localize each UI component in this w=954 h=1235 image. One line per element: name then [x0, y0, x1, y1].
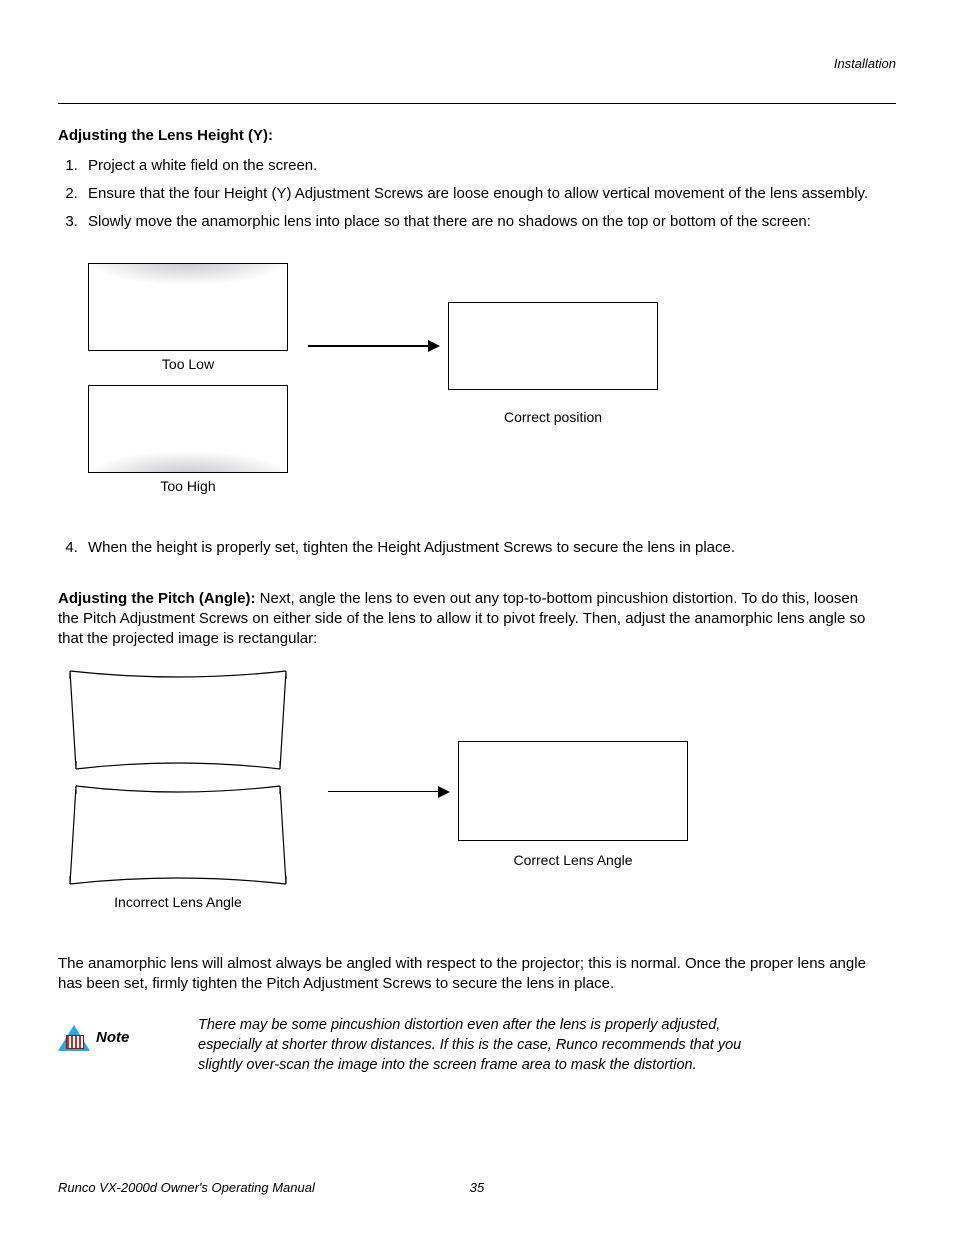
warning-icon	[58, 1025, 90, 1051]
page-footer: Runco VX-2000d Owner's Operating Manual …	[58, 1179, 896, 1197]
too-low-label: Too Low	[162, 355, 214, 374]
manual-title: Runco VX-2000d Owner's Operating Manual	[58, 1180, 315, 1195]
pincushion-bottom	[68, 784, 288, 889]
correct-rect	[448, 302, 658, 390]
note-label: Note	[96, 1028, 129, 1048]
correct-label: Correct position	[448, 408, 658, 427]
note-text: There may be some pincushion distortion …	[198, 1015, 778, 1076]
too-high-label: Too High	[160, 477, 215, 496]
too-high-rect	[88, 385, 288, 473]
section-height-title: Adjusting the Lens Height (Y):	[58, 126, 896, 146]
incorrect-angle-label: Incorrect Lens Angle	[114, 893, 242, 912]
height-diagram: Too Low Too High Correct position	[88, 263, 896, 509]
arrow-icon	[328, 791, 448, 793]
note-block: Note There may be some pincushion distor…	[58, 1015, 778, 1076]
header-rule	[58, 103, 896, 104]
section-pitch-title: Adjusting the Pitch (Angle):	[58, 590, 260, 607]
chapter-header: Installation	[58, 55, 896, 73]
pincushion-top	[68, 669, 288, 774]
too-low-rect	[88, 263, 288, 351]
arrow-icon	[308, 345, 438, 347]
note-icon-wrap: Note	[58, 1015, 178, 1051]
list-item: Project a white field on the screen.	[82, 156, 872, 176]
pitch-paragraph: Adjusting the Pitch (Angle): Next, angle…	[58, 589, 868, 650]
pitch-diagram: Incorrect Lens Angle Correct Lens Angle	[68, 669, 896, 924]
list-item: Slowly move the anamorphic lens into pla…	[82, 212, 872, 232]
correct-angle-label: Correct Lens Angle	[458, 851, 688, 870]
list-item: Ensure that the four Height (Y) Adjustme…	[82, 184, 872, 204]
page-number: 35	[470, 1179, 484, 1197]
steps-list-2: When the height is properly set, tighten…	[58, 538, 896, 558]
pitch-after-paragraph: The anamorphic lens will almost always b…	[58, 954, 868, 995]
list-item: When the height is properly set, tighten…	[82, 538, 872, 558]
steps-list-1: Project a white field on the screen. Ens…	[58, 156, 896, 233]
correct-angle-rect	[458, 741, 688, 841]
